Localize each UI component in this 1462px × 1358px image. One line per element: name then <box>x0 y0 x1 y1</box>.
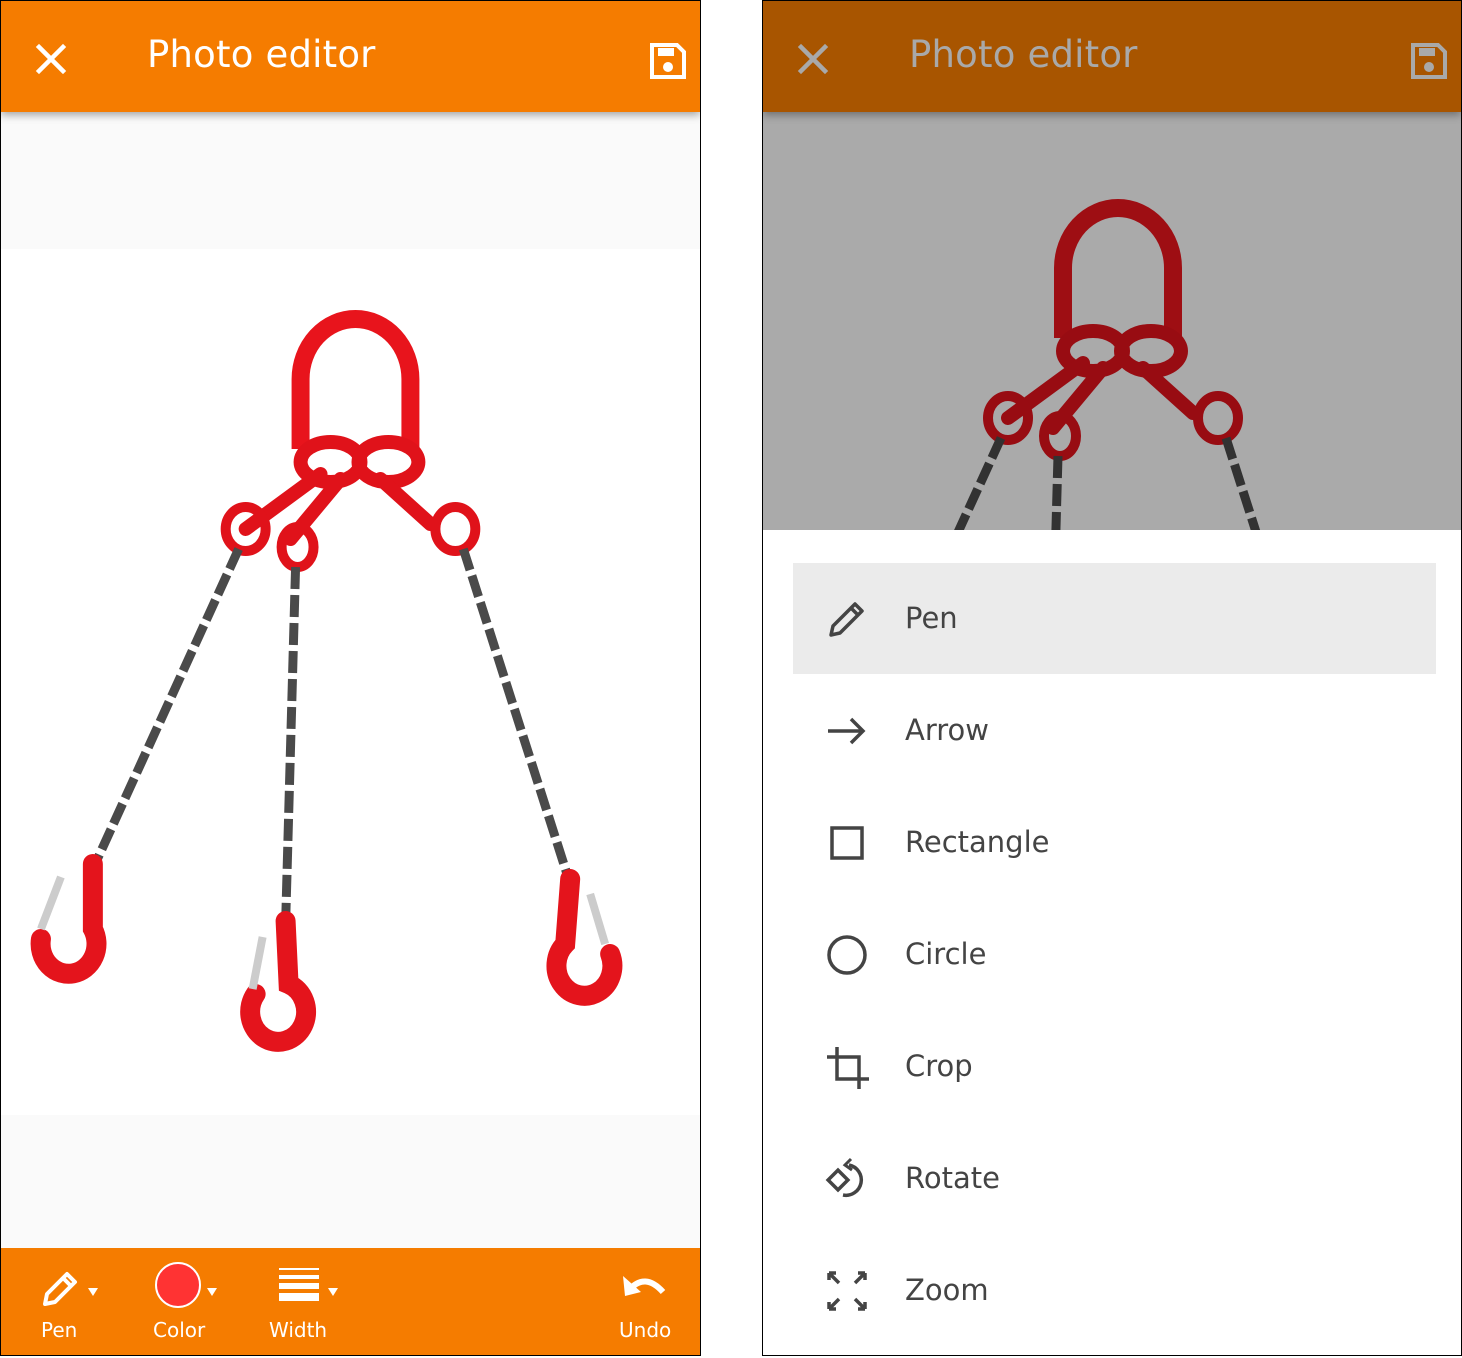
photo[interactable] <box>1 249 700 1115</box>
color-label: Color <box>153 1318 206 1342</box>
menu-item-rectangle[interactable]: Rectangle <box>793 787 1436 898</box>
color-swatch <box>155 1262 201 1308</box>
undo-icon <box>623 1276 666 1296</box>
close-icon[interactable] <box>31 39 71 79</box>
pencil-icon <box>829 602 864 637</box>
menu-item-label: Rectangle <box>905 825 1050 859</box>
chain-sling-image <box>763 138 1461 530</box>
chain-sling-image <box>1 249 700 1115</box>
pencil-icon <box>43 1272 77 1306</box>
menu-item-label: Arrow <box>905 713 989 747</box>
undo-label: Undo <box>619 1318 672 1342</box>
save-icon[interactable] <box>648 41 688 81</box>
photo-editor-screen-with-tool-menu: Photo editor Pen Arrow Rectangle Circle … <box>762 0 1462 1356</box>
app-title: Photo editor <box>909 33 1138 76</box>
menu-item-pen[interactable]: Pen <box>793 563 1436 674</box>
zoom-fit-icon <box>827 1271 867 1311</box>
menu-item-label: Rotate <box>905 1161 1000 1195</box>
app-bar: Photo editor <box>763 1 1461 112</box>
color-tool-button[interactable]: Color <box>151 1258 231 1353</box>
pen-label: Pen <box>41 1318 78 1342</box>
undo-button[interactable]: Undo <box>613 1258 683 1353</box>
menu-item-label: Pen <box>905 601 958 635</box>
tool-selection-sheet: Pen Arrow Rectangle Circle Crop Rotate Z… <box>763 530 1461 1355</box>
menu-item-label: Zoom <box>905 1273 989 1307</box>
menu-item-circle[interactable]: Circle <box>793 899 1436 1010</box>
menu-item-rotate[interactable]: Rotate <box>793 1123 1436 1234</box>
rotate-icon <box>825 1157 863 1198</box>
crop-icon <box>827 1047 869 1089</box>
circle-icon <box>827 935 867 975</box>
app-title: Photo editor <box>147 33 376 76</box>
arrow-right-icon <box>828 717 866 745</box>
width-label: Width <box>269 1318 328 1342</box>
photo-editor-screen: Photo editor Pen Color Width Undo <box>0 0 701 1356</box>
width-tool-button[interactable]: Width <box>269 1258 351 1353</box>
menu-item-crop[interactable]: Crop <box>793 1011 1436 1122</box>
app-bar: Photo editor <box>1 1 700 112</box>
modal-backdrop[interactable] <box>763 112 1461 530</box>
pen-tool-button[interactable]: Pen <box>31 1258 111 1353</box>
menu-item-arrow[interactable]: Arrow <box>793 675 1436 786</box>
line-width-icon <box>279 1268 319 1301</box>
bottom-toolbar: Pen Color Width Undo <box>1 1248 700 1355</box>
editor-canvas[interactable] <box>1 112 700 1248</box>
rectangle-icon <box>830 826 864 860</box>
close-icon <box>797 43 829 75</box>
menu-item-label: Crop <box>905 1049 973 1083</box>
save-icon <box>1411 43 1447 79</box>
dropdown-caret-icon <box>88 1288 98 1296</box>
menu-item-zoom[interactable]: Zoom <box>793 1235 1436 1346</box>
dropdown-caret-icon <box>328 1288 338 1296</box>
menu-item-label: Circle <box>905 937 987 971</box>
dropdown-caret-icon <box>207 1288 217 1296</box>
